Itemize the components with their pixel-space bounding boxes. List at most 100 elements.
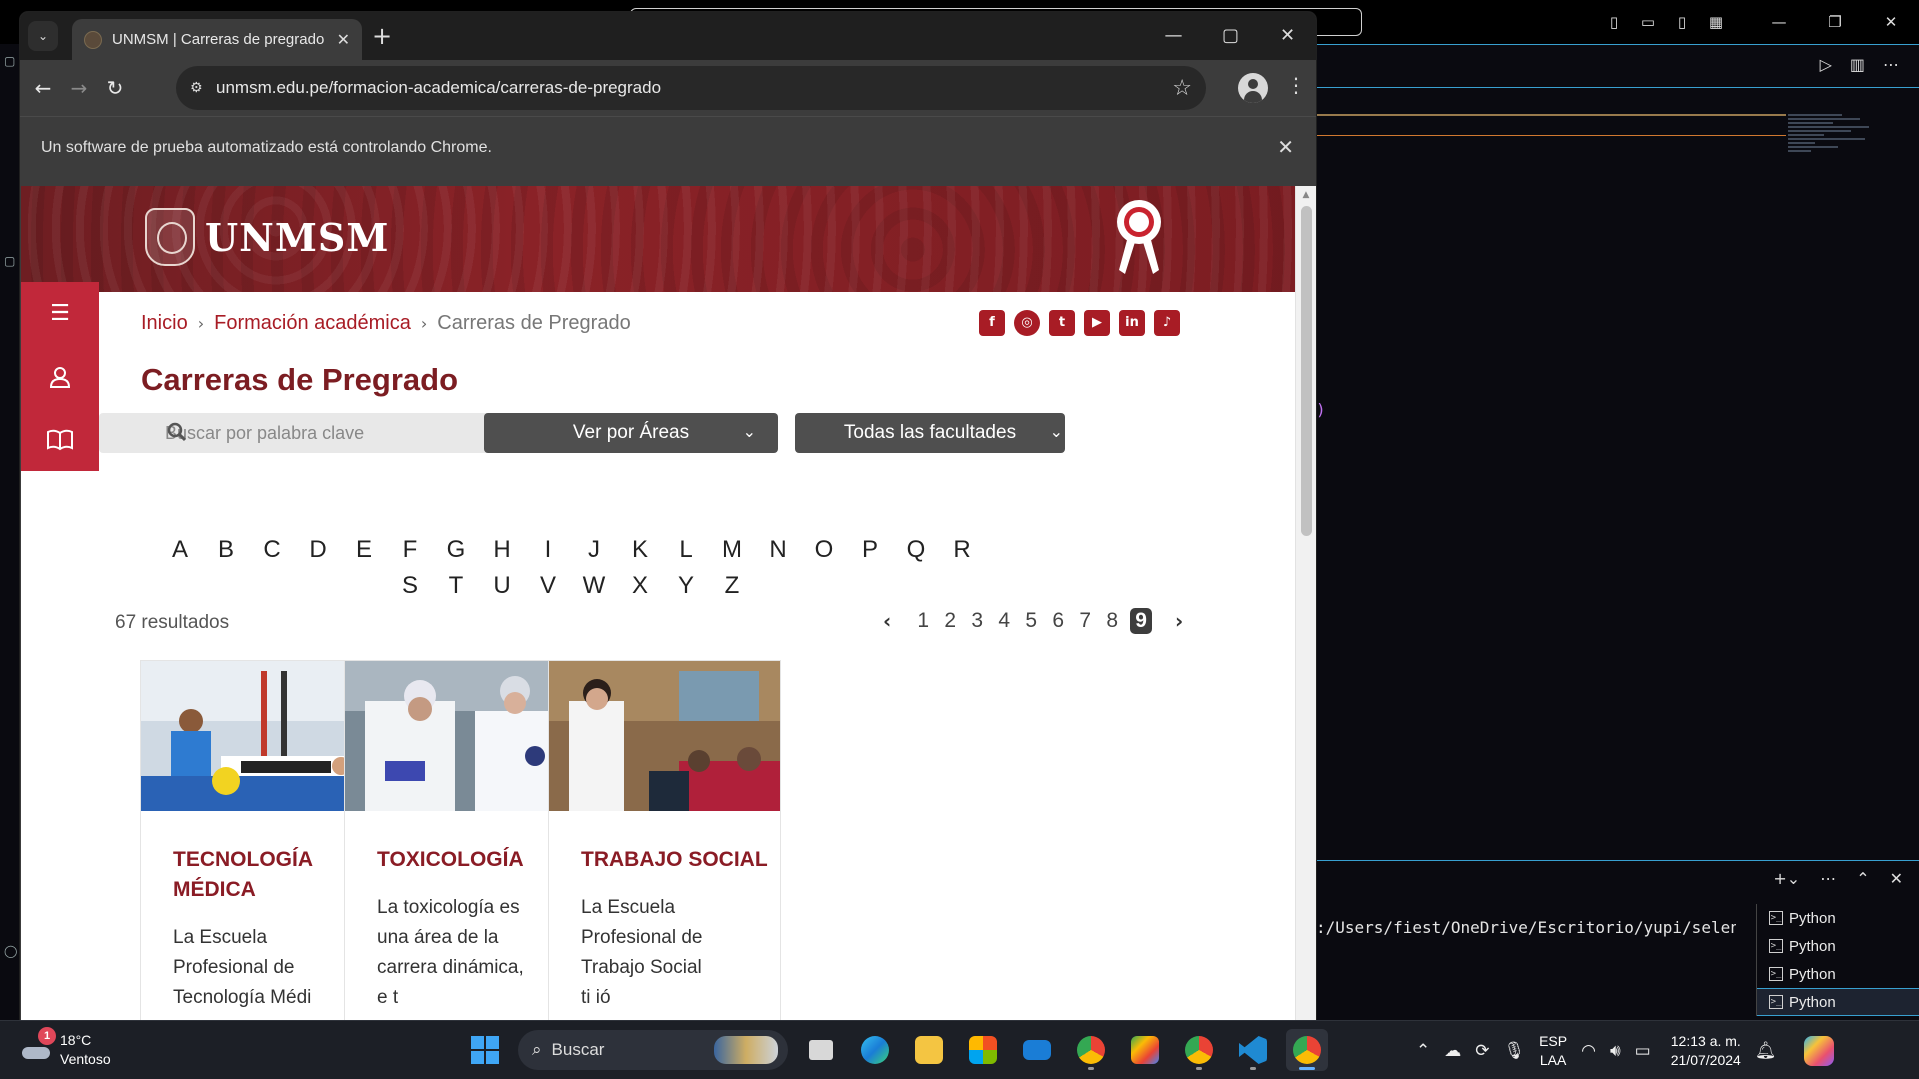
letter-filter-t[interactable]: T xyxy=(433,572,479,600)
close-panel-icon[interactable]: ✕ xyxy=(1890,869,1903,888)
faculties-filter-dropdown[interactable]: Todas las facultades ⌄ xyxy=(795,413,1065,453)
vscode-restore-button[interactable]: ❐ xyxy=(1807,13,1863,31)
customize-layout-icon[interactable]: ▦ xyxy=(1699,13,1733,31)
page-link[interactable]: 8 xyxy=(1103,609,1121,633)
page-link[interactable]: 4 xyxy=(995,609,1013,633)
weather-widget[interactable]: 1 18°C Ventoso xyxy=(22,1027,111,1069)
address-bar[interactable]: ⚙ unmsm.edu.pe/formacion-academica/carre… xyxy=(176,66,1206,110)
previous-page-icon[interactable]: ‹ xyxy=(883,609,891,633)
letter-filter-q[interactable]: Q xyxy=(893,536,939,564)
terminal-item-active[interactable]: >_ Python xyxy=(1757,988,1919,1016)
onedrive-cloud-icon[interactable]: ☁ xyxy=(1444,1041,1461,1061)
bookmark-star-icon[interactable]: ☆ xyxy=(1172,76,1192,101)
terminal-item[interactable]: >_ Python xyxy=(1757,904,1919,932)
letter-filter-j[interactable]: J xyxy=(571,536,617,564)
wifi-icon[interactable]: ◠ xyxy=(1581,1041,1596,1061)
letter-filter-e[interactable]: E xyxy=(341,536,387,564)
letter-filter-b[interactable]: B xyxy=(203,536,249,564)
letter-filter-z[interactable]: Z xyxy=(709,572,755,600)
notifications-bell-icon[interactable]: 🔔︎ xyxy=(1755,1041,1777,1061)
unmsm-logo[interactable]: UNMSM xyxy=(145,208,389,266)
more-actions-icon[interactable]: ⋯ xyxy=(1883,55,1899,74)
letter-filter-v[interactable]: V xyxy=(525,572,571,600)
tab-search-button[interactable]: ⌄ xyxy=(28,21,58,51)
letter-filter-u[interactable]: U xyxy=(479,572,525,600)
panel-more-icon[interactable]: ⋯ xyxy=(1820,869,1836,888)
letter-filter-n[interactable]: N xyxy=(755,536,801,564)
extensions-icon[interactable]: ▢ xyxy=(4,254,15,268)
chevron-up-icon[interactable]: ⌃ xyxy=(1416,1041,1430,1061)
chrome-profile-app[interactable] xyxy=(1178,1029,1220,1071)
page-scrollbar[interactable]: ▲ xyxy=(1295,186,1316,1020)
page-link[interactable]: 7 xyxy=(1076,609,1094,633)
account-icon[interactable]: ◯ xyxy=(4,944,17,958)
career-title[interactable]: TECNOLOGÍA MÉDICA xyxy=(173,845,363,905)
battery-icon[interactable]: ▭ xyxy=(1635,1041,1651,1061)
run-icon[interactable]: ▷ xyxy=(1820,55,1832,74)
page-link[interactable]: 2 xyxy=(941,609,959,633)
copilot-icon[interactable] xyxy=(1804,1035,1835,1066)
vscode-close-button[interactable]: ✕ xyxy=(1863,13,1919,31)
close-window-button[interactable]: ✕ xyxy=(1259,12,1316,60)
vscode-minimize-button[interactable]: — xyxy=(1751,13,1807,31)
new-terminal-icon[interactable]: +⌄ xyxy=(1773,869,1800,888)
page-current[interactable]: 9 xyxy=(1130,608,1152,634)
book-button[interactable] xyxy=(21,408,99,471)
maximize-panel-icon[interactable]: ⌃ xyxy=(1856,869,1869,888)
task-view-button[interactable] xyxy=(800,1029,842,1071)
letter-filter-s[interactable]: S xyxy=(387,572,433,600)
explorer-icon[interactable]: ▢ xyxy=(4,54,15,68)
page-link[interactable]: 6 xyxy=(1049,609,1067,633)
reload-icon[interactable]: ↻ xyxy=(100,73,130,103)
breadcrumb-section-link[interactable]: Formación académica xyxy=(214,312,411,335)
url-text[interactable]: unmsm.edu.pe/formacion-academica/carrera… xyxy=(216,78,1172,98)
page-link[interactable]: 1 xyxy=(914,609,932,633)
letter-filter-i[interactable]: I xyxy=(525,536,571,564)
areas-filter-dropdown[interactable]: Ver por Áreas ⌄ xyxy=(484,413,778,453)
tab-close-icon[interactable]: ✕ xyxy=(337,30,350,49)
sync-icon[interactable]: ⟳ xyxy=(1475,1041,1489,1061)
meet-app[interactable] xyxy=(1124,1029,1166,1071)
instagram-icon[interactable]: ◎ xyxy=(1014,310,1040,336)
browser-tab[interactable]: UNMSM | Carreras de pregrado ✕ xyxy=(72,19,362,60)
youtube-icon[interactable]: ▶ xyxy=(1084,310,1110,336)
career-card[interactable]: TECNOLOGÍA MÉDICA La Escuela Profesional… xyxy=(140,660,373,1020)
chrome-app[interactable] xyxy=(1070,1029,1112,1071)
editor-minimap[interactable] xyxy=(1788,112,1878,192)
career-card[interactable]: TOXICOLOGÍA La toxicología es una área d… xyxy=(344,660,577,1020)
tiktok-icon[interactable]: ♪ xyxy=(1154,310,1180,336)
letter-filter-w[interactable]: W xyxy=(571,572,617,600)
forward-arrow-icon[interactable]: → xyxy=(64,73,94,103)
terminal-item[interactable]: >_ Python xyxy=(1757,932,1919,960)
career-title[interactable]: TOXICOLOGÍA xyxy=(377,845,567,875)
minimize-button[interactable]: — xyxy=(1145,12,1202,60)
letter-filter-g[interactable]: G xyxy=(433,536,479,564)
terminal-output[interactable]: :/Users/fiest/OneDrive/Escritorio/yupi/s… xyxy=(1316,918,1736,937)
letter-filter-c[interactable]: C xyxy=(249,536,295,564)
taskbar-search[interactable]: ⌕ Buscar xyxy=(518,1030,788,1070)
vscode-app[interactable] xyxy=(1232,1029,1274,1071)
letter-filter-d[interactable]: D xyxy=(295,536,341,564)
menu-hamburger-button[interactable]: ☰ xyxy=(21,282,99,345)
letter-filter-a[interactable]: A xyxy=(157,536,203,564)
user-account-button[interactable] xyxy=(21,345,99,408)
breadcrumb-home-link[interactable]: Inicio xyxy=(141,312,188,335)
facebook-icon[interactable]: f xyxy=(979,310,1005,336)
letter-filter-p[interactable]: P xyxy=(847,536,893,564)
chrome-active-app[interactable] xyxy=(1286,1029,1328,1071)
letter-filter-h[interactable]: H xyxy=(479,536,525,564)
toggle-secondary-sidebar-icon[interactable]: ▯ xyxy=(1665,13,1699,31)
chrome-menu-icon[interactable]: ⋮ xyxy=(1286,73,1306,97)
toggle-primary-sidebar-icon[interactable]: ▯ xyxy=(1597,13,1631,31)
twitter-icon[interactable]: t xyxy=(1049,310,1075,336)
microphone-icon[interactable]: 🎙︎ xyxy=(1504,1041,1526,1061)
letter-filter-k[interactable]: K xyxy=(617,536,663,564)
letter-filter-o[interactable]: O xyxy=(801,536,847,564)
clock[interactable]: 12:13 a. m. 21/07/2024 xyxy=(1671,1032,1741,1070)
edge-app[interactable] xyxy=(854,1029,896,1071)
mail-app[interactable] xyxy=(1016,1029,1058,1071)
scrollbar-thumb[interactable] xyxy=(1301,206,1312,536)
letter-filter-m[interactable]: M xyxy=(709,536,755,564)
letter-filter-l[interactable]: L xyxy=(663,536,709,564)
letter-filter-y[interactable]: Y xyxy=(663,572,709,600)
